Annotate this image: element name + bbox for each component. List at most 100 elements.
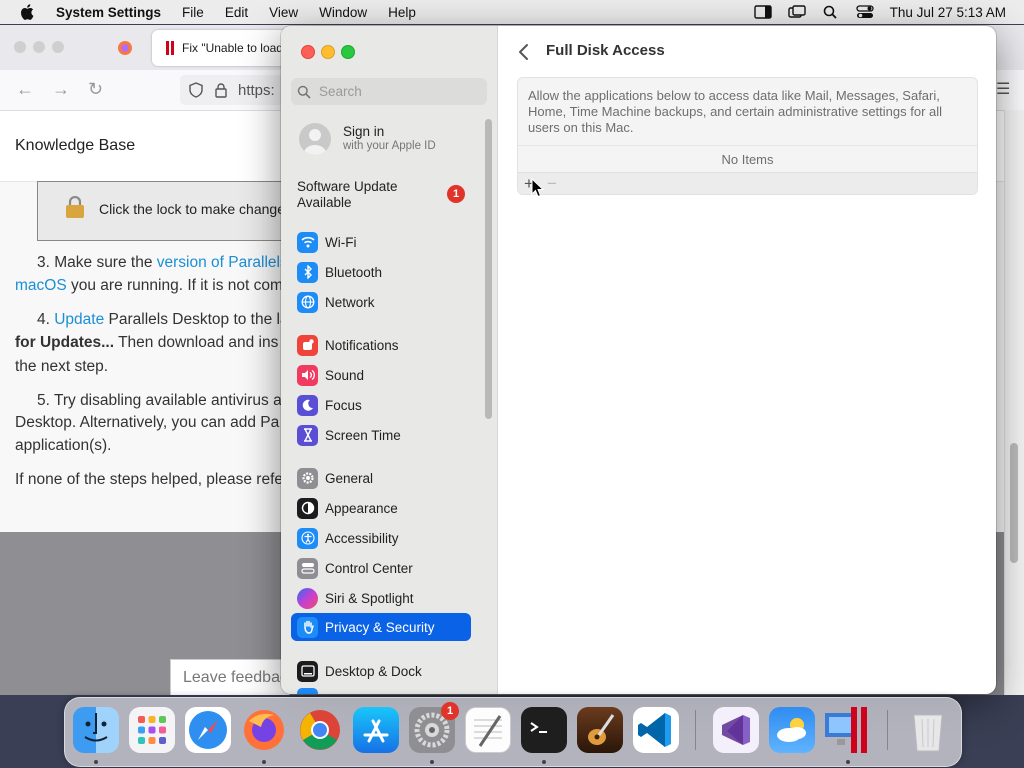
menu-window[interactable]: Window [319,5,367,20]
sidebar-item-bluetooth[interactable]: Bluetooth [291,258,471,286]
finder-icon[interactable] [73,707,119,753]
chrome-icon[interactable] [297,707,343,753]
sidebar-item-label: Desktop & Dock [325,663,422,679]
settings-sidebar: Search Sign in with your Apple ID Softwa… [281,26,498,694]
shield-icon [189,82,203,98]
firefox-icon[interactable] [241,707,287,753]
apple-id-signin[interactable]: Sign in with your Apple ID [299,123,489,157]
vscode-icon[interactable] [633,707,679,753]
step-4-text: Parallels Desktop to the la [104,311,289,328]
menu-clock[interactable]: Thu Jul 27 5:13 AM [890,5,1006,20]
browser-scrollbar-track[interactable] [1004,110,1024,695]
garageband-icon[interactable] [577,707,623,753]
step-3-text: 3. Make sure the [37,254,157,271]
lock-icon [215,83,227,98]
bluetooth-icon [297,261,318,283]
sidebar-item-notifications[interactable]: Notifications [291,331,471,359]
minimize-button[interactable] [321,45,335,59]
reload-icon[interactable]: ↻ [88,79,103,100]
sidebar-item-siri-spotlight[interactable]: Siri & Spotlight [291,584,471,612]
menu-edit[interactable]: Edit [225,5,248,20]
macos-link[interactable]: macOS [15,277,67,294]
sidebar-item-label: Control Center [325,560,413,576]
textedit-icon[interactable] [465,707,511,753]
weather-icon[interactable] [769,707,815,753]
sidebar-item-label: Notifications [325,337,399,353]
sidebar-item-label: Focus [325,397,362,413]
parallels-running-indicator [846,760,850,764]
close-button[interactable] [301,45,315,59]
sidebar-item-privacy-security[interactable]: Privacy & Security [291,613,471,641]
dock-icon [297,660,318,682]
browser-minimize-button[interactable] [33,41,45,53]
signin-title: Sign in [343,124,385,139]
hamburger-menu-icon[interactable]: ☰ [996,79,1010,99]
sidebar-item-desktop-dock[interactable]: Desktop & Dock [291,657,471,685]
control-center-toggle-icon[interactable] [856,5,874,19]
leave-feedback-button[interactable]: Leave feedbac [170,659,290,695]
sidebar-search-input[interactable]: Search [291,78,487,105]
moon-icon [297,394,318,416]
search-placeholder: Search [319,84,362,99]
sidebar-item-focus[interactable]: Focus [291,391,471,419]
firefox-view-icon[interactable] [117,40,133,56]
settings-dock-badge: 1 [441,702,459,720]
step-4-line-2: for Updates... Then download and ins [15,331,278,354]
menu-app-name[interactable]: System Settings [56,5,161,20]
sidebar-item-network[interactable]: Network [291,288,471,316]
software-update-available[interactable]: Software Update Available [297,179,427,211]
back-arrow-icon[interactable]: ← [16,79,34,100]
step-4-line-1: 4. Update Parallels Desktop to the la [37,308,289,331]
sidebar-item-label: Screen Time [325,427,401,443]
menu-bar: System Settings File Edit View Window He… [0,0,1024,24]
sidebar-item-label: Accessibility [325,530,399,546]
siri-icon [297,587,318,609]
sidebar-item-screen-time[interactable]: Screen Time [291,421,471,449]
menu-help[interactable]: Help [388,5,416,20]
sidebar-item-accessibility[interactable]: Accessibility [291,524,471,552]
app-store-icon[interactable] [353,707,399,753]
forward-arrow-icon[interactable]: → [52,79,70,100]
trash-icon[interactable] [905,707,951,753]
safari-icon[interactable] [185,707,231,753]
launchpad-icon[interactable] [129,707,175,753]
update-count-badge: 1 [447,185,465,203]
parallels-desktop-icon[interactable] [825,707,871,753]
page-title: Full Disk Access [546,42,665,59]
remove-app-button[interactable]: − [547,174,557,194]
screen-mirroring-icon[interactable] [787,5,806,19]
settings-running-indicator [430,760,434,764]
person-icon [304,129,326,155]
globe-icon [297,291,318,313]
sidebar-item-general[interactable]: General [291,464,471,492]
terminal-icon[interactable] [521,707,567,753]
sidebar-scrollbar[interactable] [485,119,492,419]
zoom-button[interactable] [341,45,355,59]
step-5-line-1: 5. Try disabling available antivirus ap [37,392,291,409]
padlock-icon [66,196,84,218]
apple-menu-icon[interactable] [20,4,34,20]
sidebar-item-label: Sound [325,367,365,383]
kb-title[interactable]: Knowledge Base [15,137,135,155]
final-note: If none of the steps helped, please refe [15,471,283,488]
version-link[interactable]: version of Parallels [157,254,288,271]
sidebar-item-appearance[interactable]: Appearance [291,494,471,522]
search-icon [297,85,311,99]
browser-close-button[interactable] [14,41,26,53]
spotlight-search-icon[interactable] [822,5,840,19]
back-chevron-icon[interactable] [517,43,531,61]
step-3-rest: you are running. If it is not com [66,277,283,294]
dock: 1 [64,697,962,767]
display-icon[interactable] [753,5,772,19]
browser-zoom-button[interactable] [52,41,64,53]
menu-file[interactable]: File [182,5,204,20]
browser-tab[interactable]: Fix "Unable to load [152,30,292,66]
app-list-empty: No Items [518,145,977,172]
browser-scrollbar-thumb[interactable] [1010,443,1018,563]
menu-view[interactable]: View [269,5,298,20]
sidebar-item-sound[interactable]: Sound [291,361,471,389]
update-link[interactable]: Update [54,311,104,328]
visual-studio-icon[interactable] [713,707,759,753]
sidebar-item-control-center[interactable]: Control Center [291,554,471,582]
sidebar-item-wifi[interactable]: Wi-Fi [291,228,471,256]
